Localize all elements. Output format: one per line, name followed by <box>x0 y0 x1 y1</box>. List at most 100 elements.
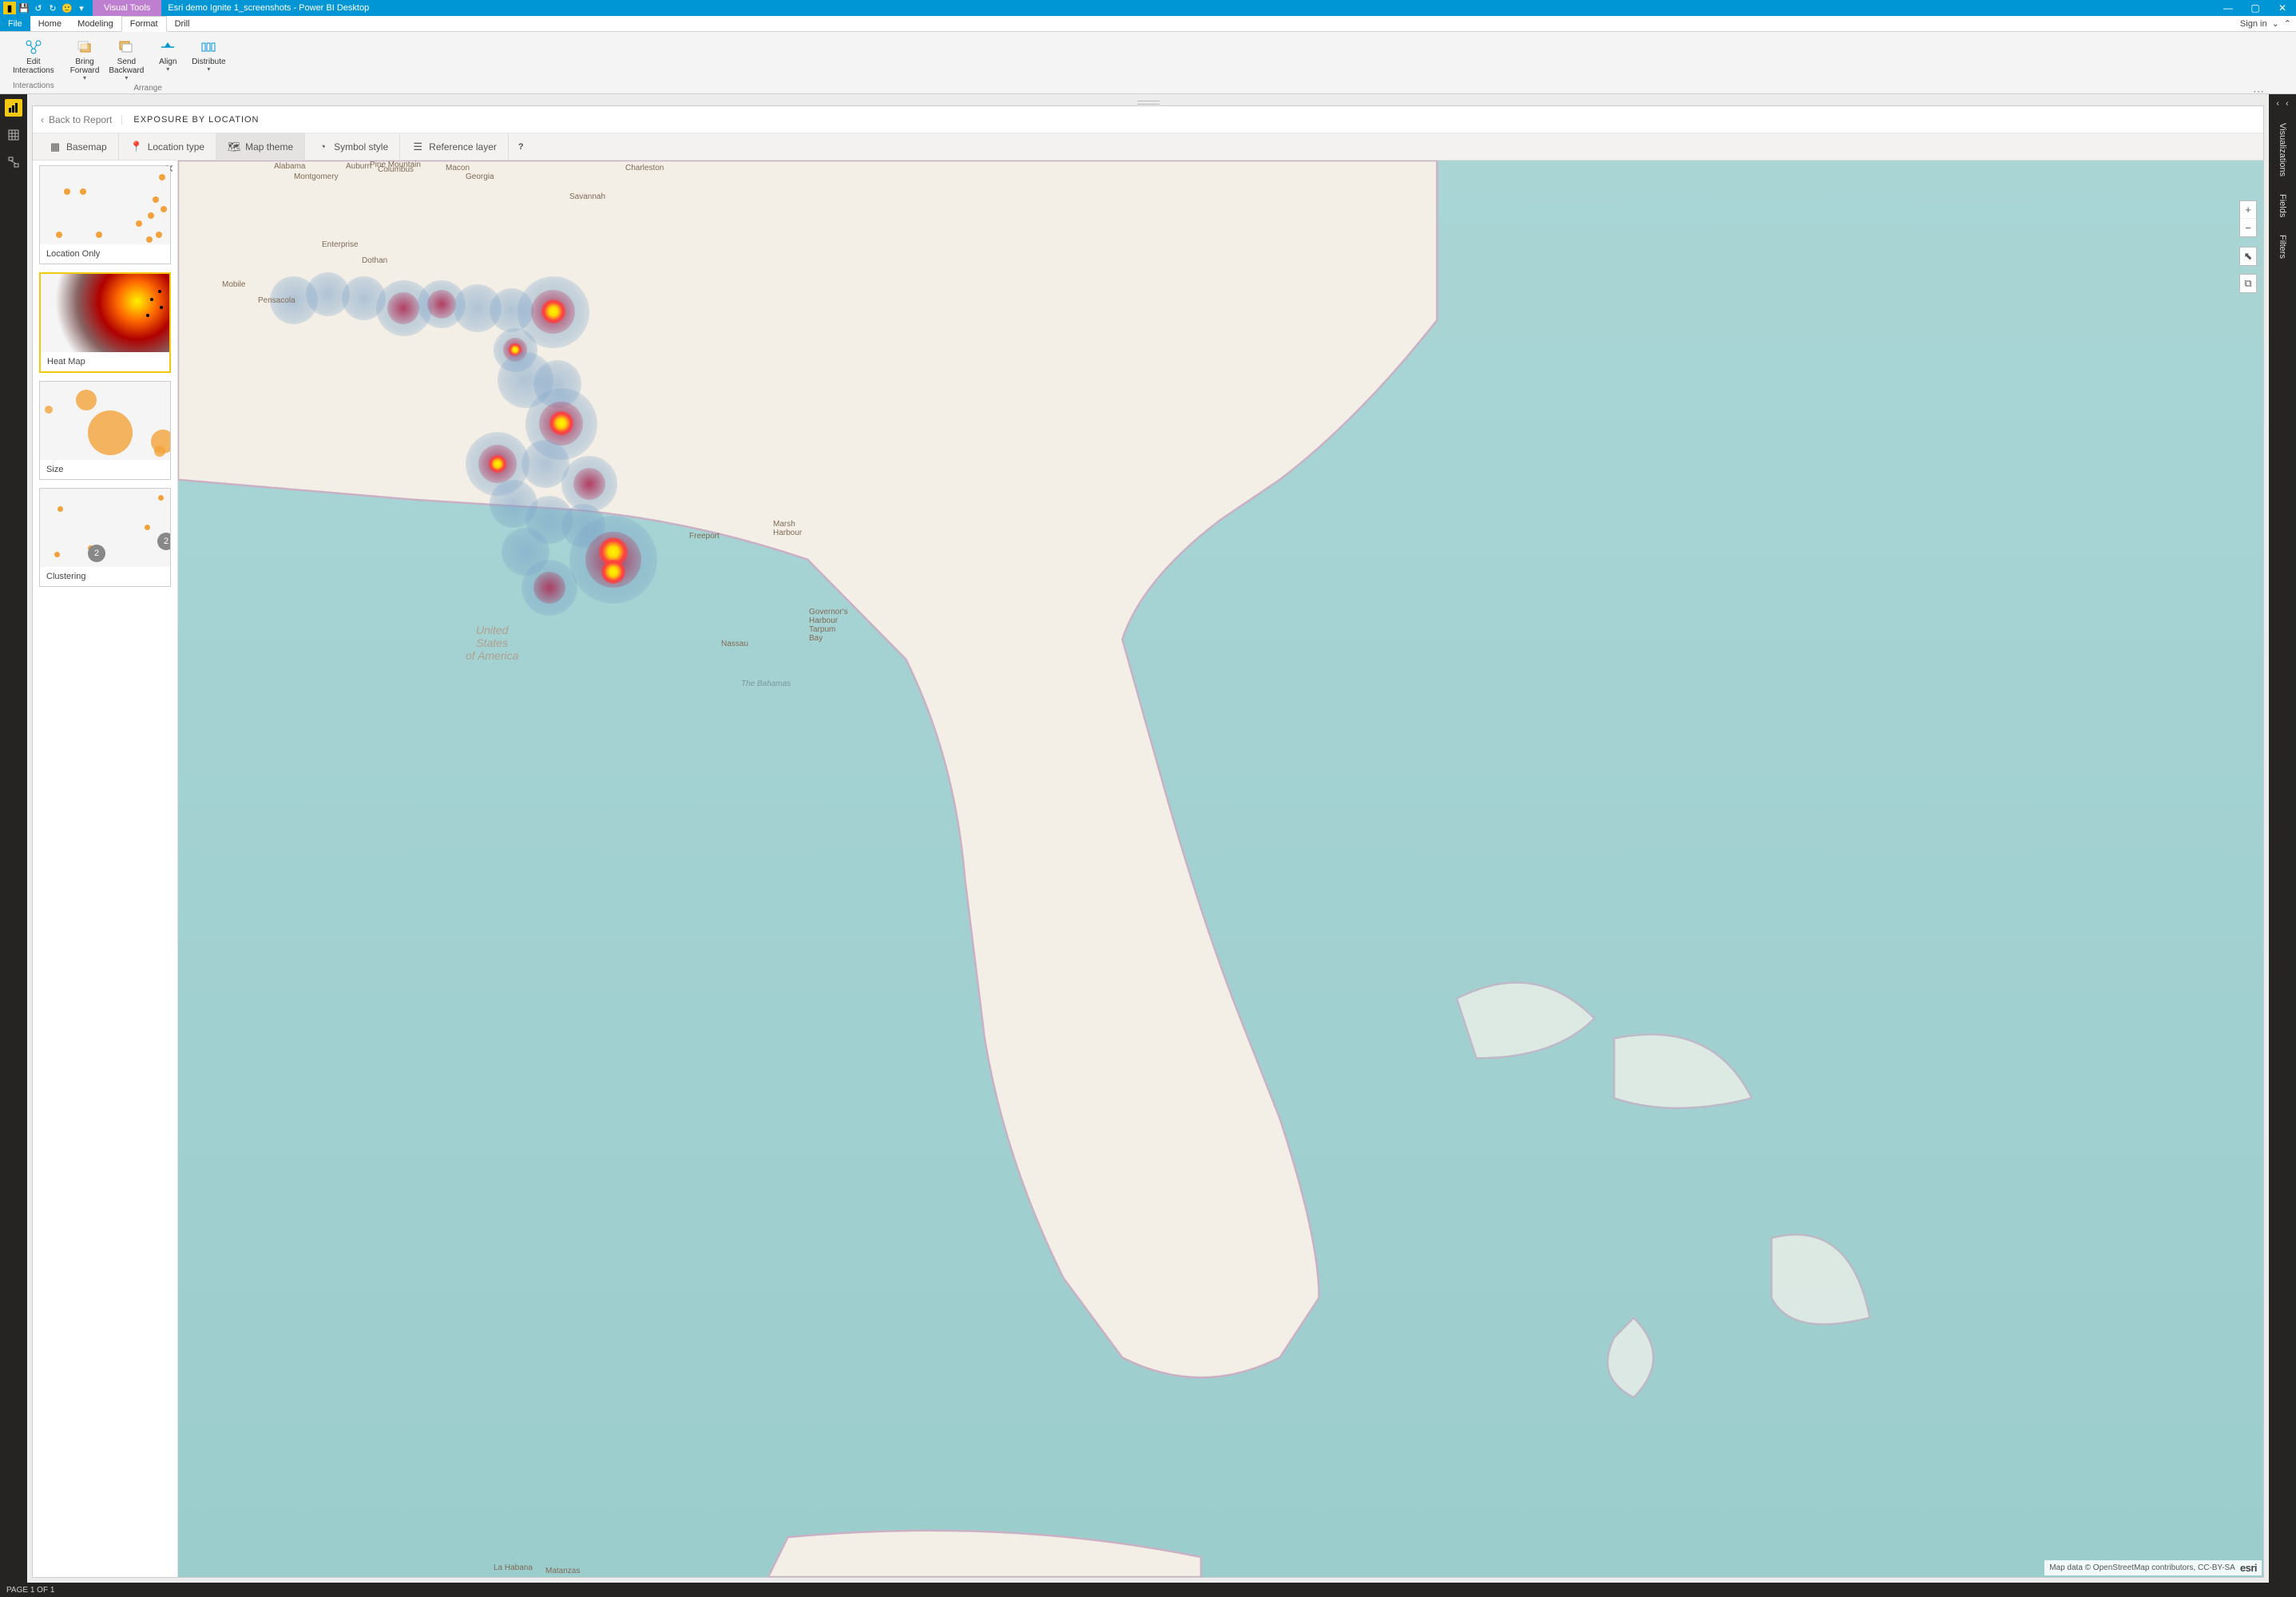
symbol-icon: ◔ <box>316 141 329 153</box>
fields-pane-label[interactable]: Fields <box>2278 188 2287 224</box>
visual-toolbar: ▦ Basemap 📍 Location type 🗺 Map theme ◔ … <box>33 133 2263 160</box>
tab-home[interactable]: Home <box>30 16 69 31</box>
map-label: Dothan <box>362 256 387 265</box>
group-label-interactions: Interactions <box>13 81 54 92</box>
chevron-up-icon[interactable]: ⌃ <box>2284 18 2291 29</box>
page-indicator: PAGE 1 OF 1 <box>6 1586 54 1595</box>
theme-thumb-clustering: 2 2 <box>40 489 170 567</box>
collapse-icon[interactable]: ‹ <box>2286 99 2289 109</box>
theme-panel: ✕ <box>33 160 178 1577</box>
tab-modeling[interactable]: Modeling <box>69 16 121 31</box>
bring-forward-icon <box>75 38 94 56</box>
map-label: Georgia <box>466 172 494 181</box>
dropdown-icon[interactable]: ▾ <box>125 75 128 82</box>
titlebar: ▮ 💾 ↺ ↻ 🙂 ▾ Visual Tools Esri demo Ignit… <box>0 0 2296 16</box>
bring-forward-button[interactable]: Bring Forward ▾ <box>67 37 103 84</box>
theme-card-size[interactable]: Size <box>39 381 171 480</box>
box-select-icon[interactable]: ⧉ <box>2240 275 2256 292</box>
visual-header: ‹ Back to Report EXPOSURE BY LOCATION <box>33 106 2263 133</box>
select-tool-icon[interactable]: ⬉ <box>2240 248 2256 265</box>
basemap-label: Basemap <box>66 141 107 153</box>
map-label: Governor's Harbour Tarpum Bay <box>809 608 848 643</box>
back-to-report-button[interactable]: ‹ Back to Report <box>41 114 112 125</box>
dropdown-icon[interactable]: ▾ <box>83 75 86 82</box>
tab-location-type[interactable]: 📍 Location type <box>119 133 216 160</box>
collapse-icon[interactable]: ‹ <box>2276 99 2279 109</box>
help-button[interactable]: ? <box>509 133 533 160</box>
align-button[interactable]: Align ▾ <box>150 37 185 75</box>
align-icon <box>158 38 177 56</box>
zoom-out-button[interactable]: − <box>2240 219 2256 236</box>
tab-drill[interactable]: Drill <box>167 16 198 31</box>
left-nav-rail <box>0 94 27 1583</box>
zoom-in-button[interactable]: + <box>2240 201 2256 219</box>
tab-map-theme[interactable]: 🗺 Map theme <box>216 133 305 160</box>
map-label: Alabama <box>274 162 305 171</box>
window-controls: — ▢ ✕ <box>2215 0 2296 16</box>
map-label-country: United States of America <box>466 624 518 662</box>
map-tool-select[interactable]: ⬉ <box>2239 247 2257 266</box>
distribute-button[interactable]: Distribute ▾ <box>188 37 228 75</box>
theme-card-clustering[interactable]: 2 2 Clustering <box>39 488 171 587</box>
maximize-button[interactable]: ▢ <box>2242 0 2269 16</box>
zoom-control: + − <box>2239 200 2257 237</box>
group-label-arrange: Arrange <box>133 84 162 94</box>
dropdown-icon[interactable]: ▾ <box>166 66 169 73</box>
data-view-icon[interactable] <box>5 126 22 144</box>
map-tool-box-select[interactable]: ⧉ <box>2239 274 2257 293</box>
reference-layer-label: Reference layer <box>429 141 497 153</box>
tab-reference-layer[interactable]: ☰ Reference layer <box>400 133 509 160</box>
save-icon[interactable]: 💾 <box>18 2 30 14</box>
theme-label-location-only: Location Only <box>40 244 170 264</box>
theme-icon: 🗺 <box>228 141 240 153</box>
theme-thumb-location-only <box>40 166 170 244</box>
canvas-drag-handle[interactable] <box>32 99 2264 105</box>
map-label: Columbus <box>378 165 414 174</box>
tab-file[interactable]: File <box>0 16 30 31</box>
edit-interactions-label: Edit Interactions <box>13 57 54 75</box>
minimize-button[interactable]: — <box>2215 0 2242 16</box>
app-icon: ▮ <box>3 2 16 14</box>
cluster-badge: 2 <box>88 545 105 562</box>
theme-card-heat-map[interactable]: Heat Map <box>39 272 171 373</box>
map-label: Pensacola <box>258 296 295 305</box>
send-backward-icon <box>117 38 136 56</box>
ribbon-tabs: File Home Modeling Format Drill Sign in … <box>0 16 2296 32</box>
redo-icon[interactable]: ↻ <box>46 2 59 14</box>
map-label: Auburn <box>346 162 371 171</box>
map-svg <box>178 160 2263 1577</box>
cluster-badge: 2 <box>157 533 170 550</box>
theme-thumb-size <box>40 382 170 460</box>
map-label: Charleston <box>625 164 664 172</box>
smiley-icon[interactable]: 🙂 <box>61 2 73 14</box>
visualizations-pane-label[interactable]: Visualizations <box>2278 117 2287 183</box>
chevron-down-icon[interactable]: ⌄ <box>2272 18 2279 29</box>
map-area[interactable]: Alabama Montgomery Auburn Pine Mountain … <box>178 160 2263 1577</box>
symbol-style-label: Symbol style <box>334 141 388 153</box>
map-label: Nassau <box>721 640 748 648</box>
report-view-icon[interactable] <box>5 99 22 117</box>
signin-link[interactable]: Sign in <box>2240 19 2267 29</box>
tab-format[interactable]: Format <box>121 16 167 32</box>
signin-area: Sign in ⌄ ⌃ <box>2240 16 2296 31</box>
theme-card-location-only[interactable]: Location Only <box>39 165 171 264</box>
model-view-icon[interactable] <box>5 153 22 171</box>
tab-basemap[interactable]: ▦ Basemap <box>38 133 119 160</box>
send-backward-button[interactable]: Send Backward ▾ <box>105 37 147 84</box>
map-label: Matanzas <box>545 1567 580 1575</box>
tab-symbol-style[interactable]: ◔ Symbol style <box>305 133 400 160</box>
theme-label-size: Size <box>40 460 170 479</box>
ribbon-group-arrange: Bring Forward ▾ Send Backward ▾ Align ▾ … <box>62 32 234 93</box>
visual-title: EXPOSURE BY LOCATION <box>121 115 259 125</box>
filters-pane-label[interactable]: Filters <box>2278 228 2287 265</box>
undo-icon[interactable]: ↺ <box>32 2 45 14</box>
map-label: La Habana <box>494 1563 533 1572</box>
contextual-tab-visual-tools[interactable]: Visual Tools <box>93 0 161 16</box>
visual-more-icon[interactable]: ⋯ <box>2253 85 2264 98</box>
dropdown-icon[interactable]: ▾ <box>207 66 210 73</box>
edit-interactions-button[interactable]: Edit Interactions <box>10 37 57 77</box>
qat-dropdown-icon[interactable]: ▾ <box>75 2 88 14</box>
visual-frame: ‹ Back to Report EXPOSURE BY LOCATION ▦ … <box>32 105 2264 1578</box>
close-button[interactable]: ✕ <box>2269 0 2296 16</box>
location-type-label: Location type <box>148 141 204 153</box>
